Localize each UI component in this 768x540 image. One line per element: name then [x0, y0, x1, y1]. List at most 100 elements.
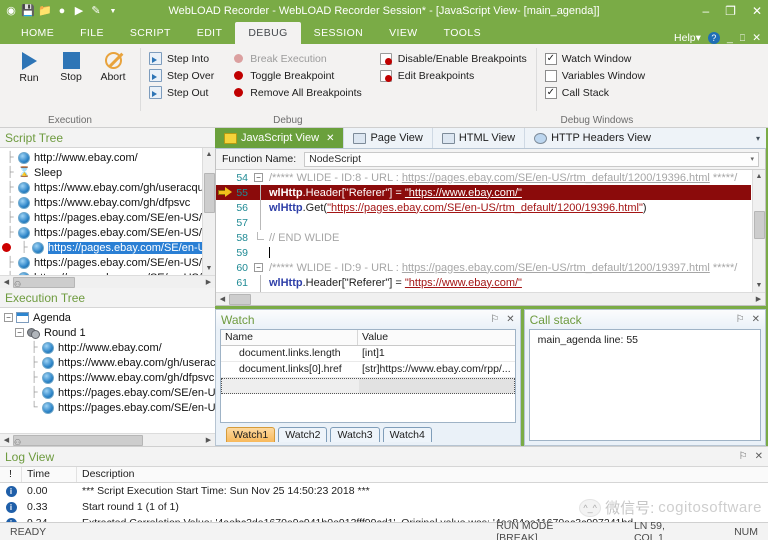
tab-overflow-icon[interactable]: ▾: [750, 128, 766, 148]
function-name-select[interactable]: NodeScript ▾: [304, 152, 759, 167]
scroll-right-arrow[interactable]: ▶: [752, 295, 765, 303]
code-line[interactable]: 56 wlHttp.Get("https://pages.ebay.com/SE…: [216, 200, 751, 215]
script-tree[interactable]: ├http://www.ebay.com/ ├⌛Sleep ├https://w…: [0, 148, 215, 288]
execution-tree-horizontal-scrollbar[interactable]: ◀ ⚇ ▶: [0, 433, 215, 446]
watch-new-row[interactable]: [221, 378, 515, 394]
ribbon-tab-tools[interactable]: TOOLS: [431, 22, 494, 44]
ribbon-tab-script[interactable]: SCRIPT: [117, 22, 184, 44]
execution-tree[interactable]: − Agenda − Round 1 ├http://www.ebay.com/…: [0, 308, 215, 415]
code-line[interactable]: 60 − /***** WLIDE - ID:9 - URL : https:/…: [216, 260, 751, 275]
variables-window-checkbox-row[interactable]: Variables Window: [542, 67, 648, 84]
run-button[interactable]: Run: [8, 47, 50, 84]
watch-tab-strip[interactable]: Watch1 Watch2 Watch3 Watch4: [216, 425, 520, 445]
code-line[interactable]: 57: [216, 215, 751, 230]
expander-icon[interactable]: −: [15, 328, 24, 337]
ribbon-tab-debug[interactable]: DEBUG: [235, 22, 300, 44]
minimize-button[interactable]: –: [702, 5, 709, 17]
open-icon[interactable]: 📁: [38, 4, 52, 18]
watch-window-checkbox-row[interactable]: ✓ Watch Window: [542, 50, 648, 67]
quick-access-toolbar[interactable]: ◉ 💾 📁 ● ▶ ✎ ▼: [0, 4, 120, 18]
call-stack-checkbox[interactable]: ✓: [545, 87, 557, 99]
ribbon-tab-strip[interactable]: HOME FILE SCRIPT EDIT DEBUG SESSION VIEW…: [0, 22, 768, 44]
save-icon[interactable]: 💾: [21, 4, 35, 18]
expander-icon[interactable]: −: [4, 313, 13, 322]
close-icon[interactable]: ✕: [752, 314, 760, 325]
scroll-down-arrow[interactable]: ▼: [753, 279, 766, 292]
tree-item[interactable]: ├https://www.ebay.com/gh/dfpsvc: [0, 195, 202, 210]
close-icon[interactable]: ✕: [506, 314, 514, 325]
tree-item[interactable]: └https://pages.ebay.com/SE/en-US/rtm_de: [0, 400, 215, 415]
code-line[interactable]: 61 wlHttp.Header["Referer"] = "https://w…: [216, 275, 751, 290]
stop-button[interactable]: Stop: [50, 47, 92, 83]
edit-breakpoints-button[interactable]: Edit Breakpoints: [377, 67, 530, 84]
scroll-thumb[interactable]: [204, 173, 215, 213]
maximize-button[interactable]: ❐: [725, 5, 736, 17]
script-tree-horizontal-scrollbar[interactable]: ◀ ⚇ ▶: [0, 275, 215, 288]
scroll-left-arrow[interactable]: ◀: [216, 295, 229, 303]
execution-tree-body[interactable]: − Agenda − Round 1 ├http://www.ebay.com/…: [0, 308, 215, 446]
play-icon[interactable]: ▶: [72, 4, 86, 18]
step-out-button[interactable]: Step Out: [146, 84, 217, 101]
tree-item[interactable]: ├https://pages.ebay.com/SE/en-US/rtm_de: [0, 255, 202, 270]
pin-icon[interactable]: ⚐: [739, 451, 748, 462]
watch-header-tools[interactable]: ⚐ ✕: [490, 314, 514, 325]
scroll-thumb[interactable]: ⚇: [13, 277, 75, 288]
app-close-button[interactable]: ✕: [752, 32, 761, 44]
scroll-left-arrow[interactable]: ◀: [0, 278, 13, 286]
scroll-thumb[interactable]: [229, 294, 251, 305]
tree-item[interactable]: ├https://pages.ebay.com/SE/en-US/rtm_de: [0, 385, 215, 400]
code-area[interactable]: 54 − /***** WLIDE - ID:8 - URL : https:/…: [216, 169, 765, 305]
tree-item-selected[interactable]: ├https://pages.ebay.com/SE/en-US/rtm_de: [0, 240, 202, 255]
tab-html-view[interactable]: HTML View: [433, 128, 525, 148]
tree-item[interactable]: ├https://www.ebay.com/gh/dfpsvc: [0, 370, 215, 385]
tab-watch2[interactable]: Watch2: [278, 427, 327, 442]
step-into-button[interactable]: Step Into: [146, 50, 217, 67]
remove-all-breakpoints-button[interactable]: Remove All Breakpoints: [229, 84, 364, 101]
scroll-up-arrow[interactable]: ▲: [203, 148, 216, 161]
edit-icon[interactable]: ✎: [89, 4, 103, 18]
fold-toggle[interactable]: −: [252, 173, 265, 182]
log-view-header-tools[interactable]: ⚐ ✕: [739, 451, 763, 462]
call-stack-list[interactable]: main_agenda line: 55: [529, 329, 761, 441]
scroll-thumb[interactable]: [754, 211, 765, 239]
call-stack-header-tools[interactable]: ⚐ ✕: [736, 314, 760, 325]
pin-icon[interactable]: ⚐: [736, 314, 745, 325]
breakpoint-icon[interactable]: [2, 243, 11, 252]
abort-button[interactable]: Abort: [92, 47, 134, 83]
ribbon-tab-file[interactable]: FILE: [67, 22, 117, 44]
toggle-breakpoint-button[interactable]: Toggle Breakpoint: [229, 67, 364, 84]
stop-icon[interactable]: ●: [55, 4, 69, 18]
close-icon[interactable]: ✕: [326, 133, 334, 144]
scroll-left-arrow[interactable]: ◀: [0, 436, 13, 444]
tab-watch3[interactable]: Watch3: [330, 427, 379, 442]
tree-item[interactable]: ├https://www.ebay.com/gh/useracquisition: [0, 355, 215, 370]
record-icon[interactable]: ◉: [4, 4, 18, 18]
editor-horizontal-scrollbar[interactable]: ◀ ▶: [216, 292, 765, 305]
script-tree-body[interactable]: ├http://www.ebay.com/ ├⌛Sleep ├https://w…: [0, 148, 215, 288]
tab-page-view[interactable]: Page View: [344, 128, 432, 148]
help-label[interactable]: Help▾: [674, 32, 701, 44]
variables-window-checkbox[interactable]: [545, 70, 557, 82]
fold-toggle[interactable]: −: [252, 263, 265, 272]
table-row[interactable]: i 0.33 Start round 1 (1 of 1): [0, 499, 768, 515]
tree-item[interactable]: ├http://www.ebay.com/: [0, 150, 202, 165]
chevron-down-icon[interactable]: ▾: [750, 155, 754, 163]
tree-item[interactable]: ├http://www.ebay.com/: [0, 340, 215, 355]
call-stack-checkbox-row[interactable]: ✓ Call Stack: [542, 84, 648, 101]
scroll-thumb[interactable]: ⚇: [13, 435, 143, 446]
ribbon-tab-view[interactable]: VIEW: [376, 22, 430, 44]
close-icon[interactable]: ✕: [755, 451, 763, 462]
tree-item[interactable]: ├https://pages.ebay.com/SE/en-US/rtm_de: [0, 225, 202, 240]
customize-qat-icon[interactable]: ▼: [106, 4, 120, 18]
close-button[interactable]: ✕: [752, 5, 762, 17]
table-row[interactable]: i 0.00 *** Script Execution Start Time: …: [0, 483, 768, 499]
editor-vertical-scrollbar[interactable]: ▲ ▼: [752, 170, 765, 292]
break-execution-button[interactable]: Break Execution: [229, 50, 364, 67]
app-restore-button[interactable]: ⎕: [740, 33, 745, 44]
watch-window-checkbox[interactable]: ✓: [545, 53, 557, 65]
disable-enable-breakpoints-button[interactable]: Disable/Enable Breakpoints: [377, 50, 530, 67]
help-area[interactable]: Help▾ ? _ ⎕ ✕: [674, 32, 768, 44]
tab-watch1[interactable]: Watch1: [226, 427, 275, 442]
tree-item[interactable]: ├⌛Sleep: [0, 165, 202, 180]
help-icon[interactable]: ?: [708, 32, 720, 44]
